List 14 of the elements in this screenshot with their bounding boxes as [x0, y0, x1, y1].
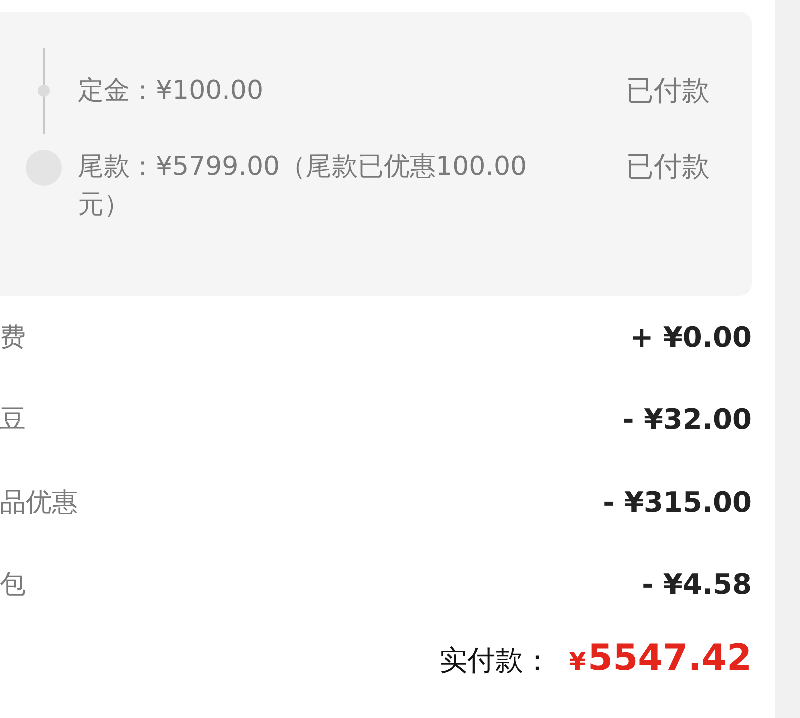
fee-label: 品优惠	[0, 486, 78, 520]
payment-status: 已付款	[626, 73, 710, 109]
fee-value: - ¥315.00	[603, 486, 752, 519]
fee-label: 费	[0, 322, 26, 355]
payment-status: 已付款	[626, 149, 710, 185]
fee-value: - ¥32.00	[622, 403, 752, 436]
payment-text: 定金：¥100.00	[78, 75, 265, 108]
total-amount: ¥5547.42	[569, 638, 752, 679]
fee-value: + ¥0.00	[630, 320, 752, 354]
fee-value: - ¥4.58	[642, 568, 752, 602]
payment-text: 尾款：¥5799.00（尾款已优惠100.00元）	[78, 151, 528, 222]
fee-label: 包	[0, 569, 26, 602]
total-label: 实付款：	[439, 643, 552, 679]
fee-label: 豆	[0, 404, 26, 438]
